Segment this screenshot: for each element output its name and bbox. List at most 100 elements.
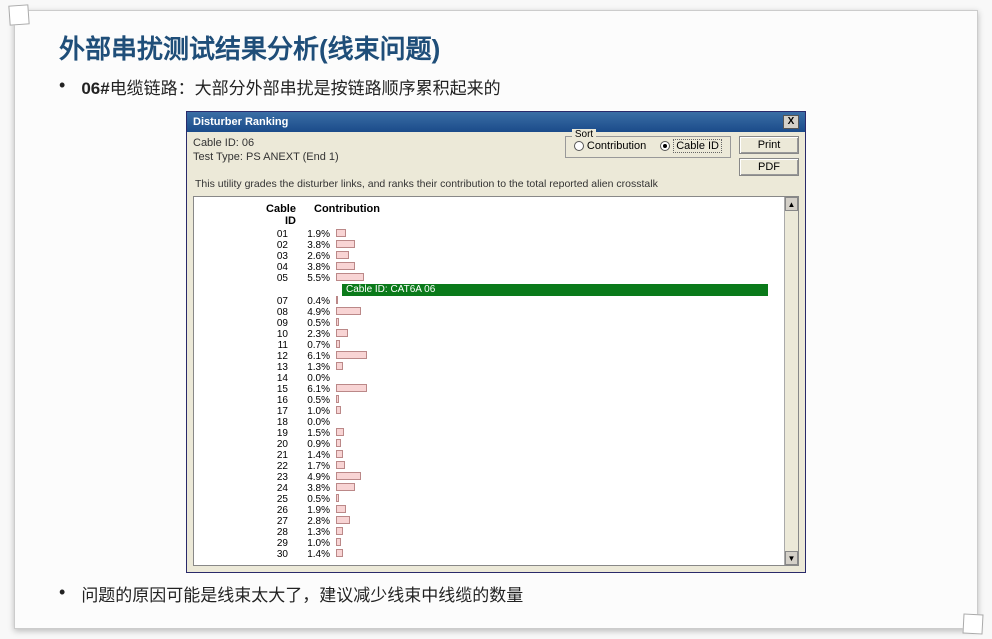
row-bar-cell <box>336 527 782 538</box>
row-cable-id: 17 <box>194 406 296 417</box>
row-cable-id: 28 <box>194 527 296 538</box>
scrollbar[interactable]: ▲ ▼ <box>784 197 798 565</box>
table-row[interactable]: 200.9% <box>194 439 782 450</box>
contribution-bar <box>336 406 341 414</box>
contribution-bar <box>336 362 343 370</box>
row-cable-id: 24 <box>194 483 296 494</box>
table-row[interactable]: 070.4% <box>194 296 782 307</box>
table-row[interactable]: 301.4% <box>194 549 782 560</box>
scroll-down-button[interactable]: ▼ <box>785 551 798 565</box>
row-cable-id: 05 <box>194 273 296 284</box>
row-contribution-value: 1.5% <box>296 428 336 439</box>
row-contribution-value: 0.7% <box>296 340 336 351</box>
row-bar-cell <box>336 296 782 307</box>
table-row[interactable]: 110.7% <box>194 340 782 351</box>
row-bar-cell <box>336 329 782 340</box>
row-contribution-value: 1.9% <box>296 505 336 516</box>
row-cable-id: 22 <box>194 461 296 472</box>
row-contribution-value: 1.0% <box>296 406 336 417</box>
table-row[interactable]: 261.9% <box>194 505 782 516</box>
highlight-row[interactable]: Cable ID: CAT6A 06 <box>342 284 768 296</box>
radio-cableid[interactable]: Cable ID <box>660 139 722 153</box>
cable-id-label: Cable ID: 06 <box>193 136 557 150</box>
row-bar-cell <box>336 384 782 395</box>
row-contribution-value: 3.8% <box>296 262 336 273</box>
table-row[interactable]: 011.9% <box>194 229 782 240</box>
contribution-bar <box>336 351 367 359</box>
row-cable-id: 29 <box>194 538 296 549</box>
contribution-bar <box>336 251 349 259</box>
row-bar-cell <box>336 406 782 417</box>
row-bar-cell <box>336 362 782 373</box>
row-contribution-value: 0.0% <box>296 417 336 428</box>
bullet-dot-icon: • <box>59 581 65 604</box>
table-row[interactable]: 191.5% <box>194 428 782 439</box>
contribution-bar <box>336 439 341 447</box>
table-row[interactable]: 084.9% <box>194 307 782 318</box>
table-row[interactable]: 211.4% <box>194 450 782 461</box>
table-row[interactable]: 243.8% <box>194 483 782 494</box>
contribution-bar <box>336 483 355 491</box>
contribution-bar <box>336 538 341 546</box>
bullet-2-text: 问题的原因可能是线束太大了，建议减少线束中线缆的数量 <box>81 581 523 606</box>
row-bar-cell <box>336 307 782 318</box>
header-contribution: Contribution <box>314 203 379 227</box>
contribution-bar <box>336 428 344 436</box>
row-bar-cell <box>336 240 782 251</box>
row-cable-id: 19 <box>194 428 296 439</box>
table-row[interactable]: 043.8% <box>194 262 782 273</box>
sort-legend: Sort <box>572 129 596 140</box>
radio-contribution[interactable]: Contribution <box>574 140 646 152</box>
row-contribution-value: 0.5% <box>296 395 336 406</box>
contribution-bar <box>336 461 345 469</box>
row-cable-id: 30 <box>194 549 296 560</box>
row-contribution-value: 4.9% <box>296 472 336 483</box>
radio-contribution-label: Contribution <box>587 140 646 152</box>
row-bar-cell <box>336 373 782 384</box>
row-contribution-value: 0.0% <box>296 373 336 384</box>
contribution-bar <box>336 395 339 403</box>
row-cable-id: 01 <box>194 229 296 240</box>
row-contribution-value: 3.8% <box>296 483 336 494</box>
bullet-1-rest: 电缆链路：大部分外部串扰是按链路顺序累积起来的 <box>110 79 501 98</box>
table-row[interactable]: 023.8% <box>194 240 782 251</box>
list-header: Cable ID Contribution <box>194 197 798 229</box>
table-row[interactable]: 156.1% <box>194 384 782 395</box>
table-row[interactable]: 055.5% <box>194 273 782 284</box>
table-row[interactable]: 160.5% <box>194 395 782 406</box>
table-row[interactable]: 032.6% <box>194 251 782 262</box>
window-title: Disturber Ranking <box>193 116 288 128</box>
table-row[interactable]: 281.3% <box>194 527 782 538</box>
table-row[interactable]: 126.1% <box>194 351 782 362</box>
contribution-bar <box>336 329 348 337</box>
row-contribution-value: 0.5% <box>296 318 336 329</box>
close-button[interactable]: X <box>783 115 799 129</box>
table-row[interactable]: 234.9% <box>194 472 782 483</box>
table-row[interactable]: 090.5% <box>194 318 782 329</box>
button-column: Print PDF <box>739 136 799 176</box>
table-row[interactable]: 140.0% <box>194 373 782 384</box>
pdf-button[interactable]: PDF <box>739 158 799 176</box>
test-type-label: Test Type: PS ANEXT (End 1) <box>193 150 557 164</box>
table-row[interactable]: 171.0% <box>194 406 782 417</box>
table-row[interactable]: 291.0% <box>194 538 782 549</box>
row-cable-id: 15 <box>194 384 296 395</box>
row-cable-id: 04 <box>194 262 296 273</box>
header-area: Cable ID: 06 Test Type: PS ANEXT (End 1)… <box>187 132 805 178</box>
table-row[interactable]: 131.3% <box>194 362 782 373</box>
table-row[interactable]: 250.5% <box>194 494 782 505</box>
scroll-up-button[interactable]: ▲ <box>785 197 798 211</box>
table-row[interactable]: 272.8% <box>194 516 782 527</box>
radio-icon <box>660 141 670 151</box>
row-contribution-value: 1.7% <box>296 461 336 472</box>
row-contribution-value: 5.5% <box>296 273 336 284</box>
contribution-bar <box>336 340 340 348</box>
titlebar[interactable]: Disturber Ranking X <box>187 112 805 132</box>
table-row[interactable]: 180.0% <box>194 417 782 428</box>
print-button[interactable]: Print <box>739 136 799 154</box>
table-row[interactable]: 221.7% <box>194 461 782 472</box>
contribution-bar <box>336 273 364 281</box>
row-contribution-value: 2.6% <box>296 251 336 262</box>
row-contribution-value: 1.9% <box>296 229 336 240</box>
table-row[interactable]: 102.3% <box>194 329 782 340</box>
